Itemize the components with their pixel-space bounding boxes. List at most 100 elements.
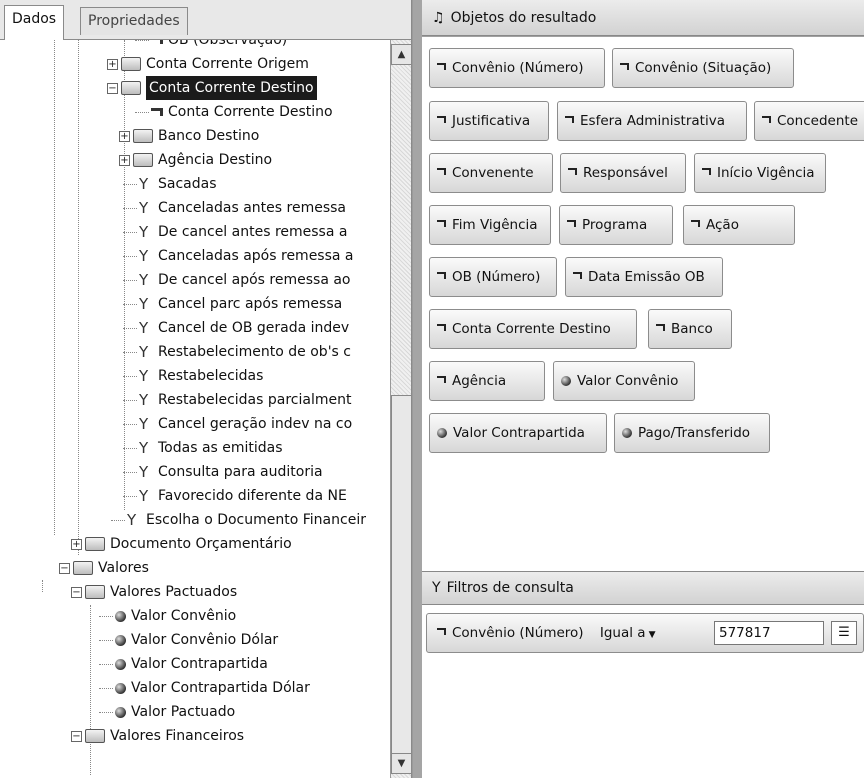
tree-item-label: Valor Contrapartida	[131, 656, 268, 672]
folder-icon	[85, 729, 105, 743]
tree-item[interactable]: OB (Observação)	[135, 40, 287, 52]
expand-icon[interactable]: +	[107, 58, 118, 70]
tree-item[interactable]: Y Cancel geração indev na co	[123, 412, 352, 436]
tree-item[interactable]: Conta Corrente Destino	[135, 100, 333, 124]
tree-item[interactable]: Valor Contrapartida Dólar	[99, 676, 310, 700]
tree-scrollbar[interactable]: ▲ ▼	[390, 40, 411, 778]
filter-icon: Y	[139, 270, 149, 289]
result-object-chip[interactable]: Concedente	[754, 101, 864, 141]
result-object-chip[interactable]: Programa	[559, 205, 673, 245]
tab-propriedades[interactable]: Propriedades	[80, 7, 188, 35]
filter-operator[interactable]: Igual a ▼	[600, 614, 656, 654]
tree-item[interactable]: Y Canceladas antes remessa	[123, 196, 346, 220]
dimension-icon	[437, 376, 446, 383]
result-object-chip[interactable]: Fim Vigência	[429, 205, 551, 245]
tree-item[interactable]: + Agência Destino	[119, 148, 272, 172]
measure-icon	[115, 610, 126, 622]
tree-item[interactable]: Valor Contrapartida	[99, 652, 268, 676]
tree-item[interactable]: Y Sacadas	[123, 172, 217, 196]
tree-item[interactable]: Y De cancel após remessa ao	[123, 268, 351, 292]
results-objects-area[interactable]: Convênio (Número) Convênio (Situação) Just…	[422, 37, 864, 572]
tree-item-label: Restabelecimento de ob's c	[158, 344, 351, 360]
result-object-chip[interactable]: Agência	[429, 361, 545, 401]
result-object-chip[interactable]: OB (Número)	[429, 257, 557, 297]
measure-icon	[115, 634, 126, 646]
expand-icon[interactable]: +	[119, 130, 130, 142]
query-filters-area[interactable]: Convênio (Número) Igual a ▼ 577817 ☰	[422, 605, 864, 778]
scroll-up-button[interactable]: ▲	[391, 44, 411, 65]
result-object-chip[interactable]: Valor Convênio	[553, 361, 695, 401]
filter-object-label: Convênio (Número)	[452, 625, 584, 641]
result-object-chip[interactable]: Convênio (Situação)	[612, 48, 794, 88]
tab-dados[interactable]: Dados	[4, 5, 65, 40]
tree-item-label: Valor Pactuado	[131, 704, 236, 720]
tree-item[interactable]: Valor Convênio Dólar	[99, 628, 278, 652]
tree-item[interactable]: Y Favorecido diferente da NE	[123, 484, 347, 508]
folder-icon	[85, 537, 105, 551]
result-object-chip[interactable]: Ação	[683, 205, 795, 245]
result-objects-icon: ♫	[432, 10, 445, 26]
chip-label: Programa	[582, 217, 648, 233]
tree-item[interactable]: Y Todas as emitidas	[123, 436, 283, 460]
tree-item-label: Valores Financeiros	[110, 728, 245, 744]
tree-item[interactable]: Valor Pactuado	[99, 700, 235, 724]
dimension-icon	[437, 63, 446, 70]
chip-label: Banco	[671, 321, 713, 337]
tree-item[interactable]: + Banco Destino	[119, 124, 259, 148]
result-object-chip[interactable]: Conta Corrente Destino	[429, 309, 637, 349]
chip-label: Responsável	[583, 165, 668, 181]
collapse-icon[interactable]: −	[71, 586, 82, 598]
result-object-chip[interactable]: Justificativa	[429, 101, 549, 141]
tree-item-label: Cancel geração indev na co	[158, 416, 353, 432]
pane-splitter[interactable]	[413, 0, 422, 778]
tree-item[interactable]: Y Canceladas após remessa a	[123, 244, 354, 268]
tree-item[interactable]: − Valores	[59, 556, 149, 580]
result-object-chip[interactable]: Convênio (Número)	[429, 48, 605, 88]
tree-item-label: Valor Convênio Dólar	[131, 632, 279, 648]
collapse-icon[interactable]: −	[59, 562, 70, 574]
result-object-chip[interactable]: Pago/Transferido	[614, 413, 770, 453]
result-object-chip[interactable]: Esfera Administrativa	[557, 101, 747, 141]
expand-icon[interactable]: +	[71, 538, 82, 550]
tree-item[interactable]: − Valores Financeiros	[71, 724, 244, 748]
tree-item[interactable]: − Conta Corrente Destino	[107, 76, 317, 100]
filter-icon: Y	[139, 486, 149, 505]
chip-label: Fim Vigência	[452, 217, 538, 233]
dimension-icon	[437, 628, 446, 635]
chip-label: Pago/Transferido	[638, 425, 751, 441]
dimension-icon	[151, 40, 163, 44]
tree-item[interactable]: Y Consulta para auditoria	[123, 460, 323, 484]
scroll-down-button[interactable]: ▼	[391, 753, 411, 774]
tree-item[interactable]: − Valores Pactuados	[71, 580, 237, 604]
query-filter[interactable]: Convênio (Número) Igual a ▼ 577817 ☰	[426, 613, 864, 653]
filter-value-field[interactable]: 577817	[714, 621, 824, 645]
tree-item[interactable]: Y De cancel antes remessa a	[123, 220, 347, 244]
chip-label: Valor Contrapartida	[453, 425, 585, 441]
result-object-chip[interactable]: Data Emissão OB	[565, 257, 723, 297]
result-object-chip[interactable]: Banco	[648, 309, 732, 349]
result-object-chip[interactable]: Início Vigência	[694, 153, 826, 193]
tree-item[interactable]: Y Restabelecimento de ob's c	[123, 340, 351, 364]
dimension-icon	[437, 220, 446, 227]
tree-item[interactable]: Y Restabelecidas	[123, 364, 263, 388]
tree-item[interactable]: Y Cancel de OB gerada indev	[123, 316, 349, 340]
tree-item[interactable]: Valor Convênio	[99, 604, 236, 628]
expand-icon[interactable]: +	[119, 154, 130, 166]
filter-icon: Y	[139, 342, 149, 361]
tree-item-label: Valores	[98, 560, 149, 576]
tree-item[interactable]: Y Restabelecidas parcialment	[123, 388, 351, 412]
folder-icon	[133, 129, 153, 143]
tree-item[interactable]: Y Cancel parc após remessa	[123, 292, 342, 316]
value-list-icon[interactable]: ☰	[831, 621, 857, 645]
collapse-icon[interactable]: −	[71, 730, 82, 742]
tree-item[interactable]: Y Escolha o Documento Financeir	[111, 508, 366, 532]
tree-item[interactable]: + Conta Corrente Origem	[107, 52, 309, 76]
result-object-chip[interactable]: Convenente	[429, 153, 553, 193]
filter-icon: Y	[139, 390, 149, 409]
result-object-chip[interactable]: Valor Contrapartida	[429, 413, 607, 453]
tree-item[interactable]: + Documento Orçamentário	[71, 532, 292, 556]
chip-label: Justificativa	[452, 113, 531, 129]
scroll-thumb[interactable]	[391, 395, 411, 755]
result-object-chip[interactable]: Responsável	[560, 153, 686, 193]
collapse-icon[interactable]: −	[107, 82, 118, 94]
